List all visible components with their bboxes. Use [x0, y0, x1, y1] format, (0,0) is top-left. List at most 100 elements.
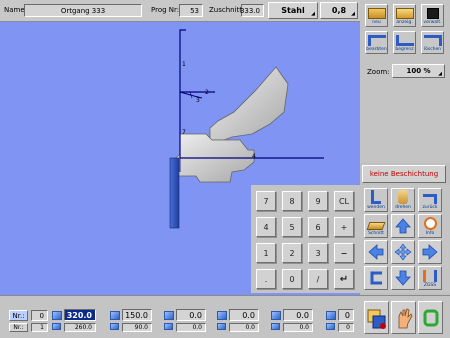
nr-button[interactable]: Nr.: — [9, 310, 28, 321]
zuschnitt-field: 333.0 — [240, 4, 264, 17]
left-arrow-button[interactable] — [364, 240, 388, 264]
thickness-select[interactable]: 0,8 ◢ — [320, 2, 358, 19]
cycle-icon — [423, 309, 438, 326]
zoom-group: Zoom: 100 % ◢ — [362, 63, 448, 80]
right-arrow-button[interactable] — [418, 240, 442, 264]
nr-field[interactable]: 0 — [31, 310, 48, 321]
count-field[interactable]: 0 — [338, 309, 354, 321]
info-button[interactable]: Info — [418, 214, 442, 238]
move-icon — [394, 243, 412, 261]
length-field[interactable]: 320.0 — [64, 309, 96, 321]
clock-icon — [423, 217, 437, 230]
key-enter[interactable]: ↵ — [334, 269, 354, 289]
edit-button[interactable]: bearbten — [365, 31, 388, 54]
hand-button[interactable] — [391, 301, 416, 334]
height-prev-icon — [271, 323, 280, 330]
cycle-button[interactable] — [418, 301, 443, 334]
zgss-button[interactable]: ZGSS — [418, 266, 442, 290]
radius-field[interactable]: 0.0 — [176, 309, 206, 321]
offset-field[interactable]: 0.0 — [229, 309, 259, 321]
material-select[interactable]: Stahl ◢ — [268, 2, 318, 19]
zoom-label: Zoom: — [367, 68, 390, 76]
down-arrow-button[interactable] — [391, 266, 415, 290]
arrow-up-icon — [395, 218, 411, 234]
segment-label-2: 2 — [205, 89, 209, 96]
turn-icon — [371, 190, 381, 204]
turn-button[interactable]: wenden — [364, 188, 388, 212]
radius-prev-field: 0.0 — [176, 323, 206, 332]
rotate-icon — [398, 190, 408, 204]
profile-edit-icon — [367, 35, 386, 46]
arrow-down-icon — [395, 270, 411, 286]
transfer-icon — [367, 309, 386, 329]
segment-label-4: 4 — [252, 153, 256, 160]
zoom-value: 100 % — [406, 67, 431, 75]
key-5[interactable]: 5 — [282, 217, 302, 237]
profile-left-button[interactable] — [364, 266, 388, 290]
center-move-button[interactable] — [391, 240, 415, 264]
arrow-left-icon — [368, 244, 384, 260]
chevron-down-icon: ◢ — [351, 11, 355, 17]
clamp-icon — [423, 270, 437, 282]
arrow-right-icon — [422, 244, 438, 260]
chevron-down-icon: ◢ — [311, 11, 315, 17]
name-field[interactable]: Ortgang 333 — [24, 4, 142, 17]
key-7[interactable]: 7 — [256, 191, 276, 211]
key-slash[interactable]: / — [308, 269, 328, 289]
disk-icon — [426, 8, 439, 19]
profile-left-icon — [370, 271, 382, 285]
folder-open-icon — [395, 8, 414, 19]
key-2[interactable]: 2 — [282, 243, 302, 263]
key-9[interactable]: 9 — [308, 191, 328, 211]
length-prev-field: 260.0 — [64, 323, 96, 332]
key-0[interactable]: 0 — [282, 269, 302, 289]
key-8[interactable]: 8 — [282, 191, 302, 211]
length-prev-icon — [52, 323, 61, 330]
count-prev-icon — [326, 323, 335, 330]
limit-button[interactable]: begrenz — [393, 31, 416, 54]
key-plus[interactable]: + — [334, 217, 354, 237]
zoom-select[interactable]: 100 % ◢ — [392, 64, 445, 78]
nr2-button[interactable]: Nr.: — [9, 323, 28, 332]
key-1[interactable]: 1 — [256, 243, 276, 263]
angle-icon — [110, 311, 120, 320]
chevron-down-icon: ◢ — [438, 71, 442, 77]
key-dot[interactable]: . — [256, 269, 276, 289]
prog-nr-field[interactable]: 53 — [179, 4, 203, 17]
cut-button[interactable]: Schnitt — [364, 214, 388, 238]
delete-button[interactable]: löschen — [421, 31, 444, 54]
segment-label-1: 1 — [182, 61, 186, 68]
coating-button[interactable]: keine Beschichtung — [362, 165, 446, 183]
segment-label-3: 3 — [196, 97, 200, 104]
prog-nr-label: Prog Nr: — [151, 6, 180, 14]
offset-icon — [217, 311, 227, 320]
key-6[interactable]: 6 — [308, 217, 328, 237]
cut-icon — [366, 222, 386, 230]
angle-prev-field: 90.0 — [122, 323, 152, 332]
up-arrow-button[interactable] — [391, 214, 415, 238]
coating-label: keine Beschichtung — [369, 170, 439, 178]
back-button[interactable]: zurück — [418, 188, 442, 212]
rotate-button[interactable]: drehen — [391, 188, 415, 212]
key-3[interactable]: 3 — [308, 243, 328, 263]
radius-icon — [164, 311, 174, 320]
height-icon — [271, 311, 281, 320]
manage-button[interactable]: verwalt. — [421, 4, 444, 27]
height-prev-field: 0.0 — [283, 323, 313, 332]
count-icon — [326, 311, 336, 320]
key-minus[interactable]: − — [334, 243, 354, 263]
key-4[interactable]: 4 — [256, 217, 276, 237]
thickness-value: 0,8 — [331, 6, 347, 15]
keypad: 7 8 9 CL 4 5 6 + 1 2 3 − . 0 / ↵ — [251, 185, 360, 293]
transfer-button[interactable] — [364, 301, 389, 334]
material-value: Stahl — [281, 6, 305, 15]
height-field[interactable]: 0.0 — [283, 309, 313, 321]
backgauge-bar — [169, 157, 180, 229]
new-button[interactable]: neu — [365, 4, 388, 27]
angle-field[interactable]: 150.0 — [122, 309, 152, 321]
profile-limit-icon — [395, 35, 414, 46]
key-clear[interactable]: CL — [334, 191, 354, 211]
length-icon — [52, 311, 62, 320]
radius-prev-icon — [164, 323, 173, 330]
display-button[interactable]: anzeig. — [393, 4, 416, 27]
